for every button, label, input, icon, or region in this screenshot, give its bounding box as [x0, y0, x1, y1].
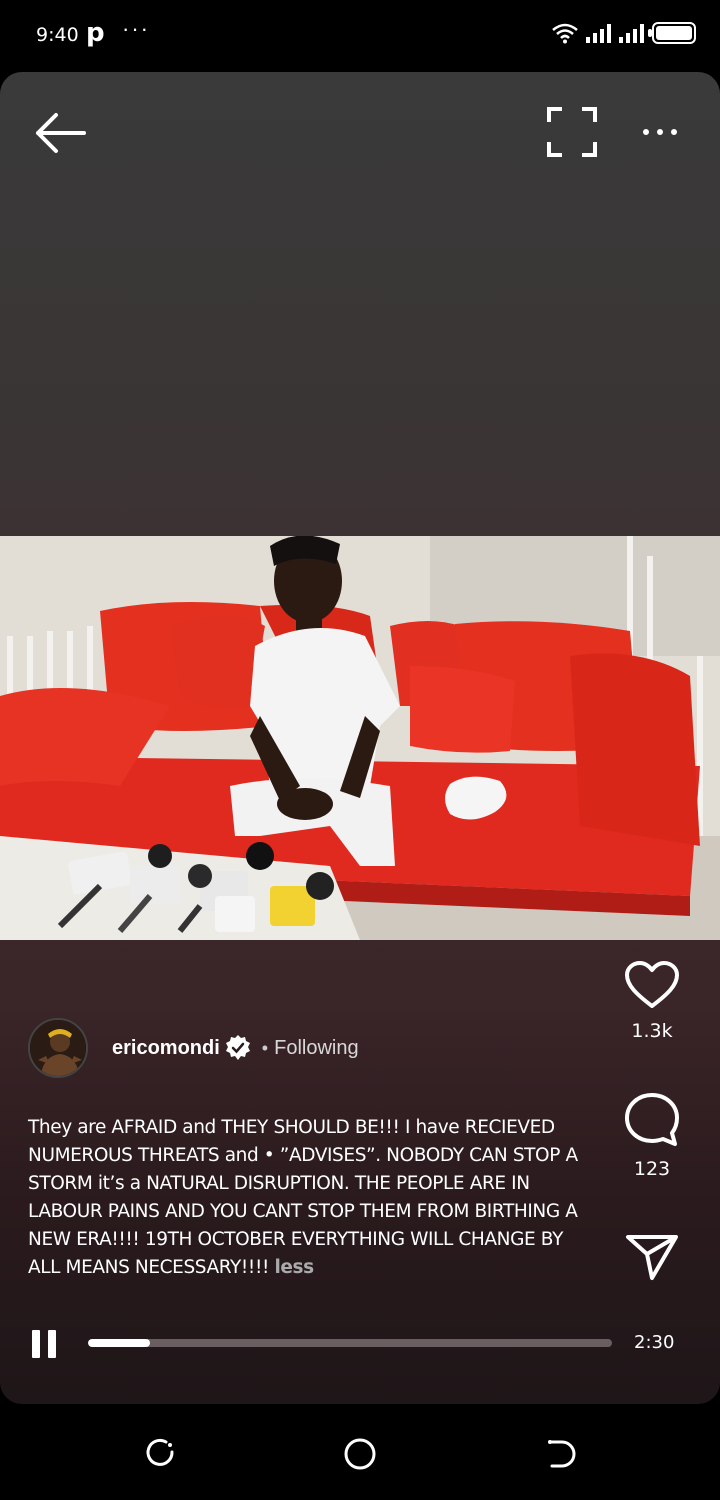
- signal-icon: [586, 23, 611, 43]
- video-still-image: [0, 536, 720, 940]
- username[interactable]: ericomondi: [112, 1037, 220, 1060]
- battery-icon: [648, 22, 696, 44]
- caption: They are AFRAID and THEY SHOULD BE!!! I …: [28, 1114, 588, 1282]
- fullscreen-icon[interactable]: [546, 106, 598, 158]
- comment-bubble-icon[interactable]: [623, 1092, 681, 1148]
- status-bar: 9:40 p ···: [0, 0, 720, 72]
- wifi-icon: [552, 23, 578, 44]
- reel-viewer: 1.3k 123 ericomondi • Following They are…: [0, 72, 720, 1404]
- less-link[interactable]: less: [274, 1257, 314, 1278]
- system-nav-bar: [0, 1404, 720, 1500]
- author-row: ericomondi • Following: [28, 1018, 359, 1078]
- like-count[interactable]: 1.3k: [610, 1020, 694, 1042]
- separator: •: [261, 1037, 269, 1058]
- more-notifications-icon: ···: [122, 16, 150, 41]
- heart-icon[interactable]: [624, 960, 680, 1010]
- share-action: [610, 1232, 694, 1282]
- signal-icon: [619, 23, 644, 43]
- arrow-left-icon[interactable]: [30, 108, 90, 158]
- app-notification-icon: p: [86, 18, 105, 48]
- duration: 2:30: [634, 1332, 675, 1353]
- status-icons: [552, 22, 696, 44]
- comment-count[interactable]: 123: [610, 1158, 694, 1180]
- caption-text: They are AFRAID and THEY SHOULD BE!!! I …: [28, 1117, 578, 1278]
- send-icon[interactable]: [625, 1232, 679, 1282]
- progress-bar[interactable]: [88, 1339, 612, 1347]
- avatar[interactable]: [28, 1018, 88, 1078]
- recents-icon[interactable]: [142, 1436, 178, 1472]
- pause-icon[interactable]: [32, 1330, 58, 1358]
- more-horizontal-icon[interactable]: [638, 112, 682, 152]
- comment-action: 123: [610, 1092, 694, 1180]
- like-action: 1.3k: [610, 960, 694, 1042]
- back-icon[interactable]: [542, 1436, 578, 1472]
- follow-status-button[interactable]: Following: [274, 1037, 358, 1060]
- progress-fill: [88, 1339, 150, 1347]
- verified-badge-icon: [225, 1035, 250, 1060]
- home-icon[interactable]: [342, 1436, 378, 1472]
- status-time: 9:40: [36, 24, 79, 46]
- video-frame[interactable]: [0, 536, 720, 940]
